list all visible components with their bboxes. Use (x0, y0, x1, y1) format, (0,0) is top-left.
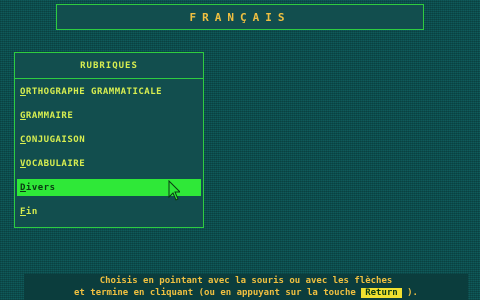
menu-item-orthographe[interactable]: O RTHOGRAPHE GRAMMATICALE (17, 83, 201, 100)
menu-item-conjugaison[interactable]: C ONJUGAISON (17, 131, 201, 148)
menu-item-label: OCABULAIRE (25, 158, 86, 169)
menu-item-label: in (25, 206, 38, 217)
page-title: FRANÇAIS (189, 10, 291, 24)
menu-item-label: RAMMAIRE (25, 110, 74, 121)
return-key-label: Return (361, 288, 402, 298)
instructions-line-1: Choisis en pointant avec la souris ou av… (99, 276, 393, 286)
menu-item-label: ivers (25, 182, 56, 193)
instructions-line-2-prefix: et termine en cliquant (ou en appuyant s… (74, 288, 356, 298)
menu-header-label: RUBRIQUES (80, 60, 138, 71)
menu-item-fin[interactable]: Fin (17, 203, 201, 220)
title-bar: FRANÇAIS (56, 4, 424, 30)
menu-item-label: ONJUGAISON (25, 134, 86, 145)
menu-item-grammaire[interactable]: G RAMMAIRE (17, 107, 201, 124)
menu-header: RUBRIQUES (15, 53, 203, 79)
instructions-line-2: et termine en cliquant (ou en appuyant s… (24, 288, 468, 298)
instructions-panel: Choisis en pointant avec la souris ou av… (24, 274, 468, 300)
menu-item-vocabulaire[interactable]: V OCABULAIRE (17, 155, 201, 172)
mouse-pointer-icon (168, 180, 180, 201)
instructions-line-2-suffix: ). (407, 288, 418, 298)
menu-item-label: RTHOGRAPHE GRAMMATICALE (25, 86, 163, 97)
